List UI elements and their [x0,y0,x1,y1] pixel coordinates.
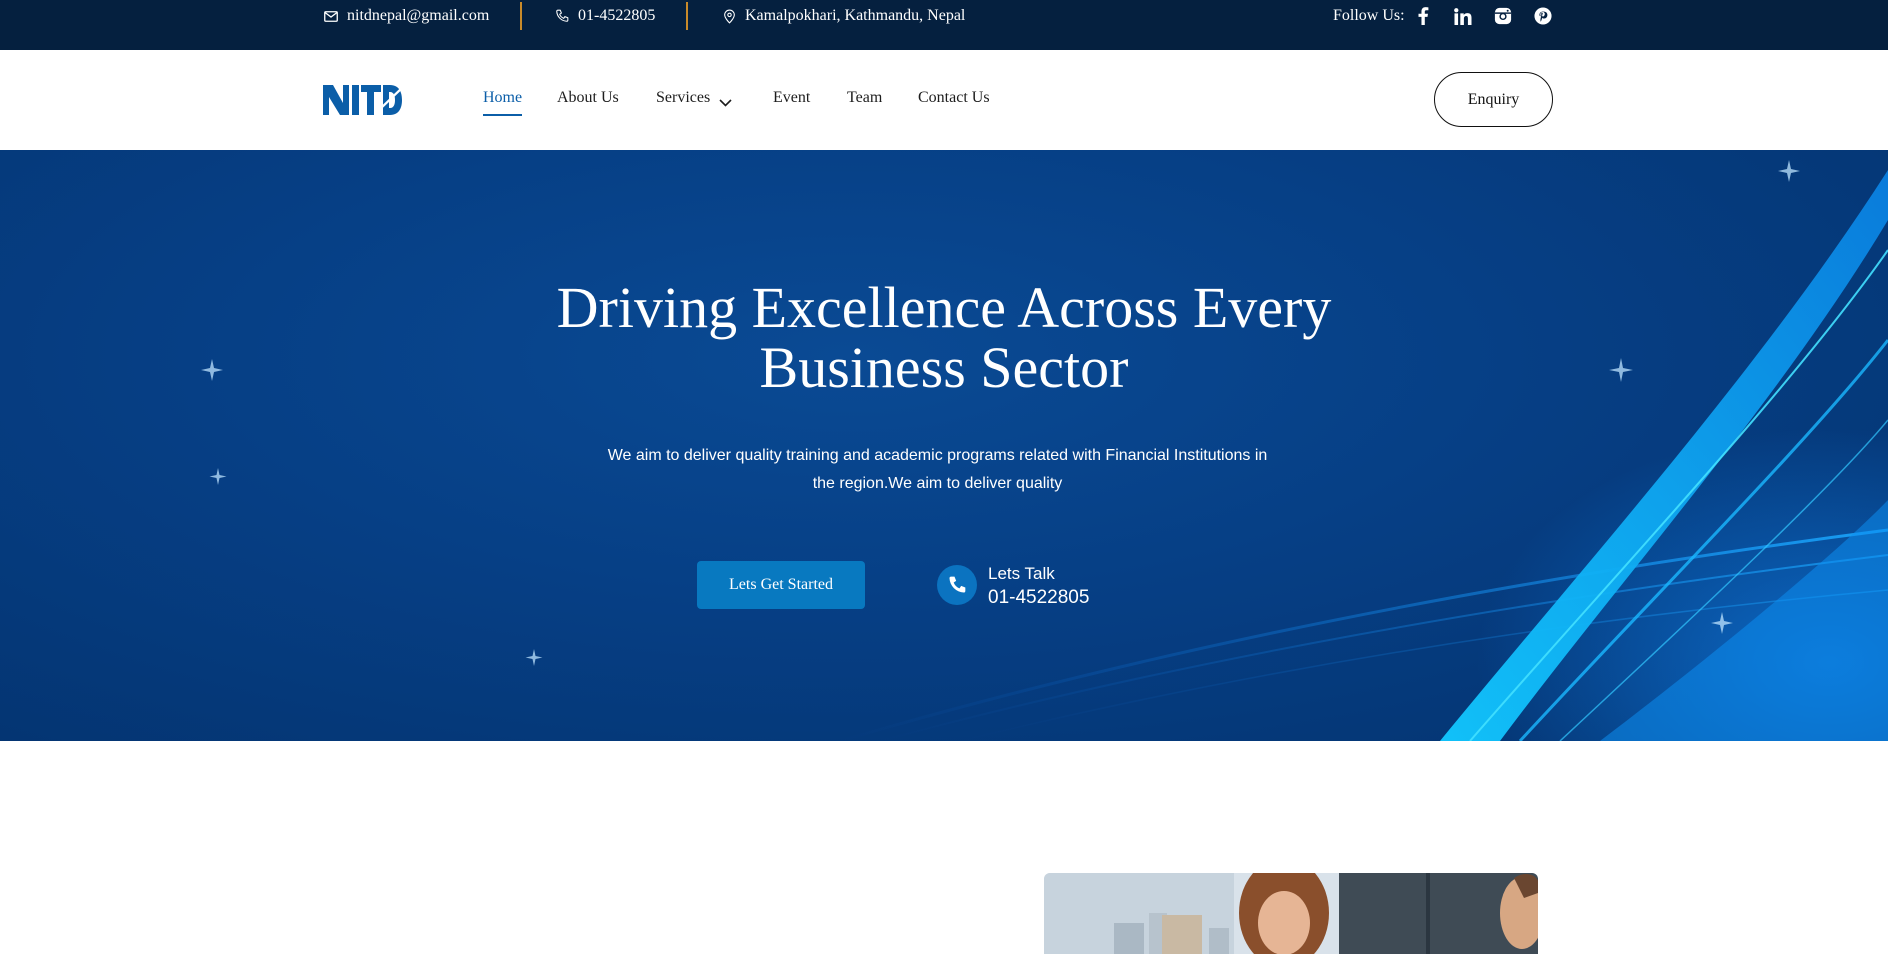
nav-about-us[interactable]: About Us [557,89,619,107]
divider [520,2,522,30]
hero-subtitle-line-1: We aim to deliver quality training and a… [607,447,1268,464]
email-text: nitdnepal@gmail.com [347,7,490,24]
address-text: Kamalpokhari, Kathmandu, Nepal [745,7,966,24]
follow-us-label: Follow Us: [1333,7,1405,24]
address-link[interactable]: Kamalpokhari, Kathmandu, Nepal [723,0,965,32]
lets-get-started-button[interactable]: Lets Get Started [697,561,865,609]
lets-talk-label: Lets Talk [988,564,1055,583]
hero-section: Driving Excellence Across Every Business… [0,150,1888,741]
nav-team[interactable]: Team [847,89,882,107]
email-link[interactable]: nitdnepal@gmail.com [324,0,489,32]
instagram-icon[interactable] [1490,3,1516,29]
location-pin-icon [724,9,735,24]
top-bar: nitdnepal@gmail.com 01-4522805 Kamalpokh… [0,0,1888,50]
nav-services[interactable]: Services [656,89,710,107]
hero-title-line-1: Driving Excellence Across Every [556,275,1332,340]
phone-text: 01-4522805 [578,7,656,24]
nav-contact-us[interactable]: Contact Us [918,89,990,107]
divider [686,2,688,30]
phone-call-icon[interactable] [937,565,977,605]
nav-event[interactable]: Event [773,89,810,107]
phone-icon [556,9,569,22]
pinterest-icon[interactable] [1530,3,1556,29]
lets-talk-phone[interactable]: 01-4522805 [988,587,1089,609]
hero-subtitle: We aim to deliver quality training and a… [564,442,1311,498]
team-photo [1044,873,1538,954]
mail-icon [324,10,338,22]
phone-link[interactable]: 01-4522805 [555,0,655,32]
hero-title: Driving Excellence Across Every Business… [444,278,1444,398]
chevron-down-icon[interactable] [719,94,732,112]
hero-subtitle-line-2: the region.We aim to deliver quality [812,475,1063,492]
main-nav: Home About Us Services Event Team Contac… [0,50,1888,150]
enquiry-button[interactable]: Enquiry [1434,72,1553,127]
linkedin-icon[interactable] [1450,3,1476,29]
nav-home[interactable]: Home [483,89,522,107]
facebook-icon[interactable] [1410,3,1436,29]
nitd-logo[interactable] [323,83,404,122]
hero-title-line-2: Business Sector [759,335,1129,400]
nav-active-indicator [483,114,522,116]
